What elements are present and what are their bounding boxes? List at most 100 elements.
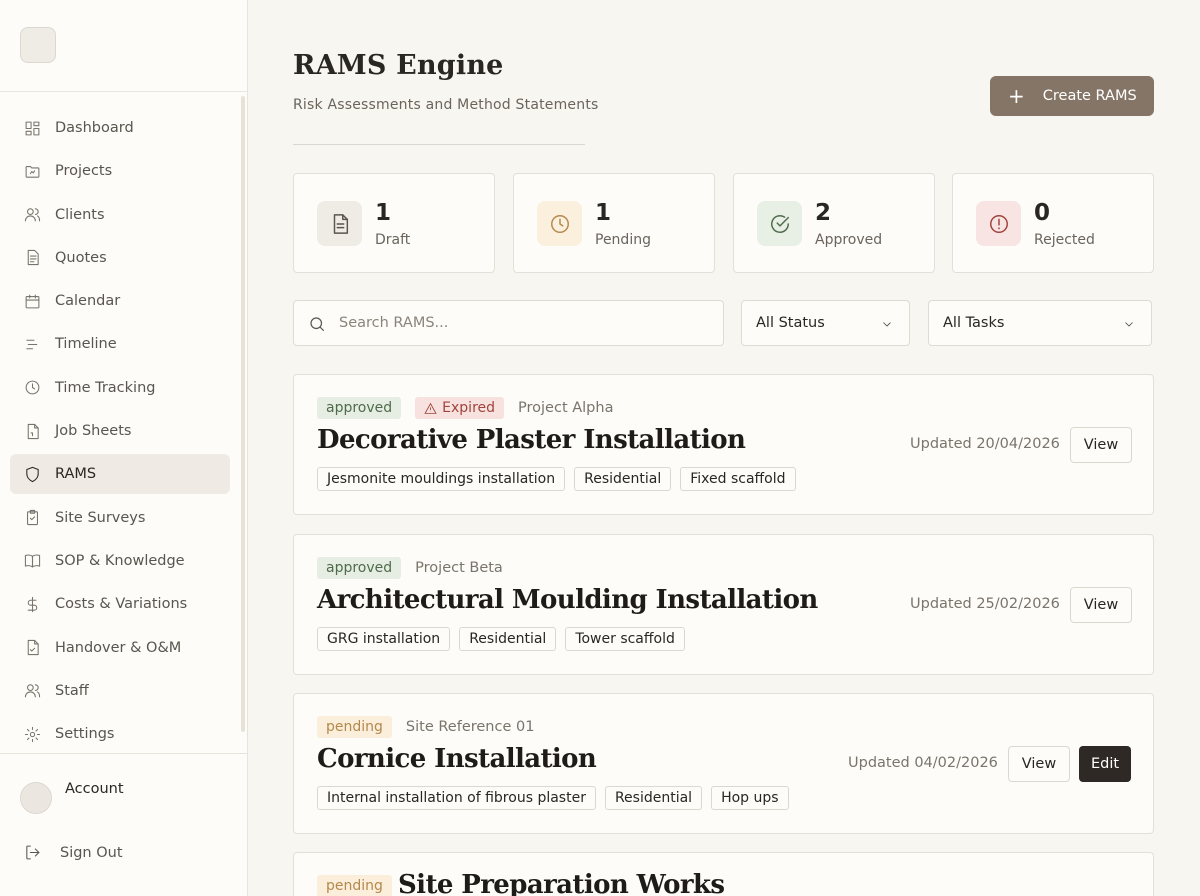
project-name: Project Beta xyxy=(415,560,503,576)
stat-value: 1 xyxy=(595,200,612,226)
users-icon xyxy=(24,684,41,698)
tag-list: Internal installation of fibrous plaster… xyxy=(317,786,789,810)
sidebar-item-label: Settings xyxy=(55,726,115,743)
tag-list: GRG installation Residential Tower scaff… xyxy=(317,627,685,651)
stat-label: Approved xyxy=(815,232,883,248)
expired-badge: Expired xyxy=(415,397,505,419)
sidebar-item-timeline[interactable]: Timeline xyxy=(10,324,230,364)
stat-label: Draft xyxy=(375,232,411,248)
sidebar-item-label: Clients xyxy=(55,206,105,223)
file-icon xyxy=(27,423,39,439)
check-circle-icon xyxy=(757,201,802,246)
tag-list: Jesmonite mouldings installation Residen… xyxy=(317,467,796,491)
project-name: Site Reference 01 xyxy=(405,719,535,735)
stat-label: Rejected xyxy=(1034,232,1095,248)
sidebar-item-site-surveys[interactable]: Site Surveys xyxy=(10,498,230,538)
sidebar-item-costs-variations[interactable]: Costs & Variations xyxy=(10,584,230,624)
calendar-icon xyxy=(25,294,40,309)
tag: GRG installation xyxy=(317,627,451,651)
warning-icon xyxy=(424,402,437,414)
sidebar-item-label: Staff xyxy=(55,682,89,699)
status-badge: approved xyxy=(317,557,402,579)
app-logo[interactable] xyxy=(20,27,56,63)
chevron-down-icon xyxy=(883,322,891,327)
status-badge: approved xyxy=(317,397,402,419)
create-rams-button[interactable]: + Create RAMS xyxy=(990,76,1154,116)
account-area: Account Sign Out xyxy=(0,753,247,896)
sidebar-item-label: Projects xyxy=(55,163,113,180)
book-icon xyxy=(24,555,41,568)
rams-title: Architectural Moulding Installation xyxy=(317,585,818,615)
task-select[interactable]: All Tasks xyxy=(928,300,1152,346)
sidebar-item-clients[interactable]: Clients xyxy=(10,195,230,235)
search-input[interactable] xyxy=(339,301,709,345)
dashboard-icon xyxy=(25,121,40,135)
status-badge: pending xyxy=(317,716,392,738)
card-badges: approved Project Beta xyxy=(317,557,503,579)
sidebar-item-label: Job Sheets xyxy=(55,423,132,440)
sidebar-scrollbar[interactable] xyxy=(241,96,245,732)
rams-card[interactable]: pending Site Reference 01 Cornice Instal… xyxy=(293,693,1154,834)
sidebar-item-label: Costs & Variations xyxy=(55,596,188,613)
sidebar-item-settings[interactable]: Settings xyxy=(10,714,230,754)
gear-icon xyxy=(24,726,41,742)
sign-out-button[interactable]: Sign Out xyxy=(24,844,123,861)
status-select-value: All Status xyxy=(756,315,825,331)
sidebar-item-quotes[interactable]: Quotes xyxy=(10,238,230,278)
document-icon xyxy=(317,201,362,246)
tag: Residential xyxy=(604,786,703,810)
chevron-down-icon xyxy=(1125,322,1133,327)
stat-card-rejected: 0 Rejected xyxy=(952,173,1154,273)
sidebar-item-label: Timeline xyxy=(55,336,117,353)
tag: Residential xyxy=(574,467,672,491)
tag: Tower scaffold xyxy=(565,627,685,651)
rams-card[interactable]: pending Site Preparation Works xyxy=(293,852,1154,896)
status-select[interactable]: All Status xyxy=(741,300,910,346)
stat-card-draft: 1 Draft xyxy=(293,173,495,273)
sidebar-item-calendar[interactable]: Calendar xyxy=(10,281,230,321)
stat-value: 0 xyxy=(1034,200,1051,226)
sidebar-item-label: SOP & Knowledge xyxy=(55,552,185,569)
sidebar-item-label: Time Tracking xyxy=(55,379,156,396)
alert-circle-icon xyxy=(976,201,1021,246)
sidebar-item-dashboard[interactable]: Dashboard xyxy=(10,108,230,148)
sidebar-item-label: Calendar xyxy=(55,293,121,310)
sign-out-label: Sign Out xyxy=(60,844,123,861)
logo-area xyxy=(0,0,247,92)
sidebar-item-sop-knowledge[interactable]: SOP & Knowledge xyxy=(10,541,230,581)
updated-date: Updated 20/04/2026 xyxy=(910,436,1060,452)
sidebar-item-projects[interactable]: Projects xyxy=(10,151,230,191)
sidebar-item-label: RAMS xyxy=(55,466,97,483)
title-divider xyxy=(293,144,585,145)
tag: Fixed scaffold xyxy=(680,467,796,491)
rams-title: Site Preparation Works xyxy=(398,870,725,896)
updated-date: Updated 04/02/2026 xyxy=(848,755,998,771)
rams-card[interactable]: approved Project Beta Architectural Moul… xyxy=(293,534,1154,675)
edit-button[interactable]: Edit xyxy=(1079,746,1131,782)
stat-label: Pending xyxy=(595,232,651,248)
task-select-value: All Tasks xyxy=(943,315,1005,331)
search-icon xyxy=(310,317,325,332)
view-button[interactable]: View xyxy=(1070,587,1132,623)
stat-card-pending: 1 Pending xyxy=(513,173,715,273)
sidebar-item-job-sheets[interactable]: Job Sheets xyxy=(10,411,230,451)
project-name: Project Alpha xyxy=(518,400,614,416)
sidebar-item-time-tracking[interactable]: Time Tracking xyxy=(10,368,230,408)
view-button[interactable]: View xyxy=(1070,427,1132,463)
create-rams-label: Create RAMS xyxy=(1042,88,1137,104)
clock-icon xyxy=(25,380,40,395)
avatar[interactable] xyxy=(20,782,52,814)
sidebar-nav: Dashboard Projects Clients Quotes Calend… xyxy=(10,108,230,757)
status-badge: pending xyxy=(317,875,392,896)
rams-card[interactable]: approved Expired Project Alpha Decorativ… xyxy=(293,374,1154,515)
stat-value: 1 xyxy=(375,200,392,226)
sidebar-item-handover[interactable]: Handover & O&M xyxy=(10,628,230,668)
tag: Jesmonite mouldings installation xyxy=(317,467,566,491)
account-label[interactable]: Account xyxy=(65,781,124,797)
sidebar-item-staff[interactable]: Staff xyxy=(10,671,230,711)
sidebar-item-rams[interactable]: RAMS xyxy=(10,454,230,495)
updated-date: Updated 25/02/2026 xyxy=(910,596,1060,612)
stat-value: 2 xyxy=(815,200,832,226)
users-icon xyxy=(24,208,41,222)
view-button[interactable]: View xyxy=(1008,746,1070,782)
